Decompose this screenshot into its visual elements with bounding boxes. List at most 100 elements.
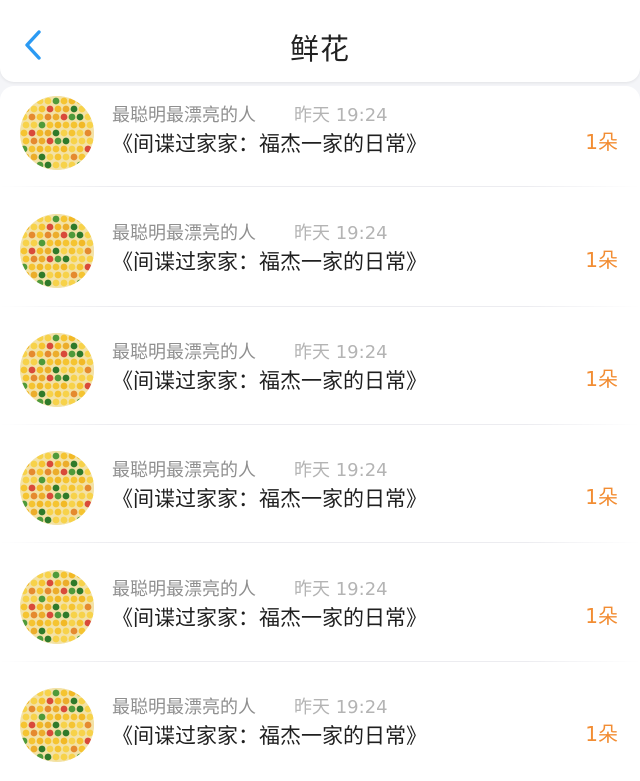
- emoji-dot: [68, 129, 76, 137]
- emoji-dot: [84, 737, 92, 745]
- work-title[interactable]: 《间谍过家家：福杰一家的日常》: [112, 602, 427, 632]
- emoji-dot: [54, 729, 62, 737]
- emoji-dot: [68, 587, 76, 595]
- emoji-dot: [20, 215, 28, 223]
- emoji-dot: [84, 705, 92, 713]
- username[interactable]: 最聪明最漂亮的人: [112, 575, 256, 601]
- emoji-dot: [76, 452, 84, 460]
- emoji-dot: [78, 137, 86, 145]
- emoji-dot: [84, 516, 92, 524]
- emoji-dot: [60, 737, 68, 745]
- emoji-dot: [84, 263, 92, 271]
- emoji-dot: [30, 271, 38, 279]
- emoji-dot: [52, 215, 60, 223]
- emoji-dot: [86, 627, 94, 635]
- emoji-dot: [70, 121, 78, 129]
- divider: [0, 186, 640, 187]
- list-item[interactable]: 最聪明最漂亮的人 昨天 19:24 《间谍过家家：福杰一家的日常》 1朵: [0, 204, 640, 322]
- emoji-dot: [70, 223, 78, 231]
- username[interactable]: 最聪明最漂亮的人: [112, 338, 256, 364]
- emoji-dot: [52, 247, 60, 255]
- avatar[interactable]: [20, 333, 94, 407]
- emoji-dot: [28, 468, 36, 476]
- emoji-dot: [46, 358, 54, 366]
- emoji-dot: [22, 627, 30, 635]
- timestamp: 昨天 19:24: [294, 223, 388, 244]
- emoji-dot: [68, 753, 76, 761]
- emoji-dot: [78, 255, 86, 263]
- emoji-dot: [46, 460, 54, 468]
- work-title[interactable]: 《间谍过家家：福杰一家的日常》: [112, 365, 427, 395]
- emoji-dot: [86, 358, 94, 366]
- emoji-dot: [44, 753, 52, 761]
- emoji-dot: [78, 697, 86, 705]
- avatar[interactable]: [20, 451, 94, 525]
- emoji-dot: [36, 737, 44, 745]
- avatar[interactable]: [20, 570, 94, 644]
- emoji-dot: [38, 611, 46, 619]
- emoji-dot: [28, 113, 36, 121]
- work-title[interactable]: 《间谍过家家：福杰一家的日常》: [112, 128, 427, 158]
- emoji-dot: [60, 382, 68, 390]
- username[interactable]: 最聪明最漂亮的人: [112, 456, 256, 482]
- emoji-dot: [44, 452, 52, 460]
- emoji-dot: [36, 97, 44, 105]
- emoji-dot: [68, 97, 76, 105]
- emoji-dot: [52, 737, 60, 745]
- emoji-dot: [46, 745, 54, 753]
- work-title[interactable]: 《间谍过家家：福杰一家的日常》: [112, 720, 427, 750]
- emoji-dot: [60, 484, 68, 492]
- emoji-dot: [30, 579, 38, 587]
- emoji-dot: [36, 689, 44, 697]
- emoji-dot: [46, 492, 54, 500]
- username[interactable]: 最聪明最漂亮的人: [112, 219, 256, 245]
- emoji-dot: [22, 358, 30, 366]
- emoji-dot: [20, 571, 28, 579]
- emoji-dot: [70, 729, 78, 737]
- emoji-dot: [78, 595, 86, 603]
- emoji-dot: [78, 729, 86, 737]
- emoji-dot: [76, 129, 84, 137]
- emoji-dot: [62, 492, 70, 500]
- emoji-dot: [62, 595, 70, 603]
- emoji-dot: [86, 611, 94, 619]
- emoji-dot: [78, 153, 86, 161]
- emoji-dot: [60, 571, 68, 579]
- emoji-dot: [20, 452, 28, 460]
- emoji-dot: [20, 231, 28, 239]
- emoji-dot: [20, 263, 28, 271]
- avatar[interactable]: [20, 214, 94, 288]
- avatar[interactable]: [20, 688, 94, 762]
- emoji-dot: [44, 571, 52, 579]
- emoji-dot: [62, 342, 70, 350]
- emoji-dot: [44, 279, 52, 287]
- emoji-dot: [52, 603, 60, 611]
- emoji-dot: [76, 279, 84, 287]
- emoji-dot: [44, 334, 52, 342]
- username[interactable]: 最聪明最漂亮的人: [112, 693, 256, 719]
- emoji-dot: [46, 508, 54, 516]
- emoji-dot: [44, 129, 52, 137]
- emoji-dot: [36, 587, 44, 595]
- emoji-dot: [44, 366, 52, 374]
- emoji-dot: [22, 697, 30, 705]
- emoji-dot: [86, 255, 94, 263]
- work-title[interactable]: 《间谍过家家：福杰一家的日常》: [112, 246, 427, 276]
- username[interactable]: 最聪明最漂亮的人: [112, 101, 256, 127]
- work-title[interactable]: 《间谍过家家：福杰一家的日常》: [112, 483, 427, 513]
- emoji-dot: [78, 105, 86, 113]
- emoji-dot: [36, 366, 44, 374]
- emoji-dot: [62, 374, 70, 382]
- avatar[interactable]: [20, 96, 94, 170]
- emoji-dot: [84, 753, 92, 761]
- emoji-dot: [38, 729, 46, 737]
- emoji-dot: [76, 97, 84, 105]
- emoji-dot: [60, 500, 68, 508]
- emoji-dot: [86, 697, 94, 705]
- emoji-dot: [22, 137, 30, 145]
- emoji-dot: [68, 366, 76, 374]
- emoji-dot: [28, 231, 36, 239]
- emoji-dot: [46, 342, 54, 350]
- list-item[interactable]: 最聪明最漂亮的人 昨天 19:24 《间谍过家家：福杰一家的日常》 1朵: [0, 678, 640, 781]
- emoji-dot: [20, 366, 28, 374]
